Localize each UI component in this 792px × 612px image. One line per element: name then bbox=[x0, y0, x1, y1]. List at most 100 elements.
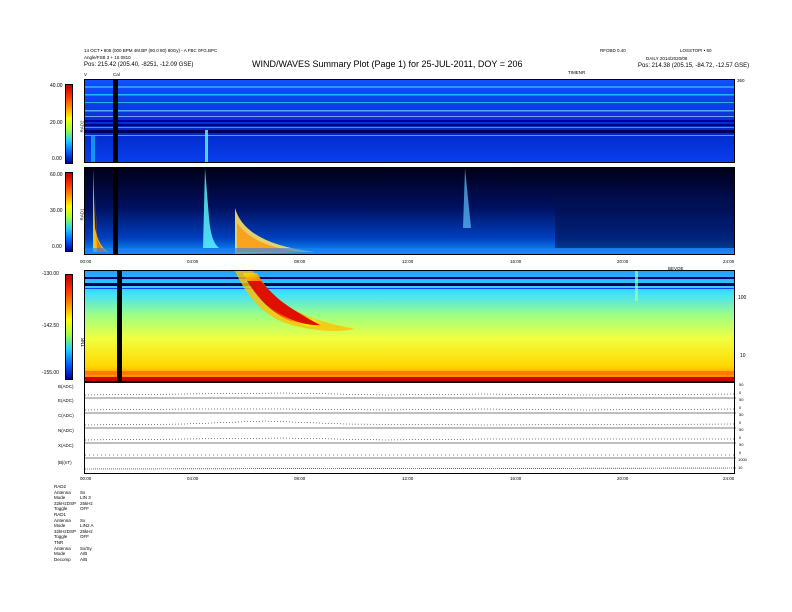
time-label: TIMENR bbox=[568, 70, 586, 75]
time-tick-top-0: 00:00 bbox=[80, 259, 92, 264]
footer-row-key: Toggle bbox=[54, 534, 68, 540]
footer-row-key: RAD1 bbox=[54, 512, 67, 517]
line-panel-label-0: B(ADC) bbox=[58, 384, 74, 389]
rad1-tick-top: 60.00 bbox=[50, 172, 63, 178]
tnr-colorbar bbox=[65, 274, 73, 380]
line-panel-right-4b: 0 bbox=[739, 450, 742, 455]
time-tick-top-4: 16:00 bbox=[510, 259, 522, 264]
footer-row-key: TNR bbox=[54, 540, 64, 545]
footer-row-dots bbox=[102, 525, 738, 527]
footer-row-value: 25kHz bbox=[80, 528, 93, 534]
line-panel-right-4a: 50 bbox=[739, 442, 744, 447]
time-tick-top-6: 24:00 bbox=[723, 259, 735, 264]
tnr-tick-bottom: -155.00 bbox=[42, 370, 59, 376]
footer-row-dots bbox=[102, 486, 738, 487]
footer-row-value: Sx bbox=[80, 517, 86, 523]
footer-row-dots bbox=[102, 508, 738, 510]
line-panel-right-1a: 50 bbox=[739, 397, 744, 402]
footer-row-value: A/B bbox=[80, 551, 88, 557]
rad1-tick-mid: 30.00 bbox=[50, 208, 63, 214]
line-panel-right-2b: 0 bbox=[739, 420, 742, 425]
line-panel-label-3: N(ADC) bbox=[58, 428, 74, 433]
footer-row-key: Mode bbox=[54, 495, 66, 501]
time-tick-bottom-0: 00:00 bbox=[80, 476, 92, 481]
line-panel-label-4: X(ADC) bbox=[58, 443, 74, 448]
header-position-right: Pos: 214.38 (205.15, -84.72, -12.57 GSE) bbox=[638, 63, 750, 69]
header-right-line-1: RFOBD 0.40 bbox=[600, 48, 626, 53]
tnr-tick-top: -130.00 bbox=[42, 271, 59, 277]
rad1-spectrogram bbox=[84, 167, 735, 255]
line-panel-right-3b: 0 bbox=[739, 435, 742, 440]
rad2-tick-mid: 20.00 bbox=[50, 120, 63, 126]
footer-row-dots bbox=[102, 491, 738, 493]
time-tick-bottom-3: 12:00 bbox=[402, 476, 414, 481]
tnr-right-tick-100: 100 bbox=[738, 295, 747, 301]
footer-row-dots bbox=[102, 542, 738, 543]
footer-row-dots bbox=[102, 514, 738, 515]
line-panel-right-1b: 0 bbox=[739, 405, 742, 410]
footer-row-value: LIN 3 bbox=[80, 495, 91, 501]
time-tick-bottom-4: 16:00 bbox=[510, 476, 522, 481]
line-panel-right-5b: 10 bbox=[738, 465, 743, 470]
footer-row-dots bbox=[102, 497, 738, 499]
footer-row-dots bbox=[102, 536, 738, 538]
footer-row-key: RAD2 bbox=[54, 484, 67, 489]
page-title: WIND/WAVES Summary Plot (Page 1) for 25-… bbox=[252, 59, 523, 69]
footer-row-key: Antenna bbox=[54, 545, 71, 551]
tnr-right-tick-10: 10 bbox=[740, 353, 746, 359]
corner-left-label: V bbox=[84, 72, 88, 77]
header-info-line-2: Angle/FSB 3 + 15 0810 bbox=[84, 55, 131, 60]
footer-row-dots bbox=[102, 558, 738, 560]
rad2-tick-top: 40.00 bbox=[50, 83, 63, 89]
footer-row-key: Mode bbox=[54, 551, 66, 557]
footer-row-key: 32kHzDSP bbox=[54, 500, 77, 506]
line-panels-container bbox=[84, 382, 736, 474]
line-panel-right-0b: 0 bbox=[739, 390, 742, 395]
header-right-line-2: DAILY 2014/2020/08 bbox=[646, 56, 688, 61]
rad1-tick-bottom: 0.00 bbox=[52, 244, 62, 250]
footer-row-key: Antenna bbox=[54, 517, 71, 523]
footer-row-value: Sx bbox=[80, 489, 86, 495]
footer-row-value: OFF bbox=[80, 534, 89, 540]
footer-row-value: OFF bbox=[80, 506, 89, 512]
header-info-line-1: 14 OCT • 805 (000 BPM 4M.BP (80.0 80) 80… bbox=[84, 48, 218, 53]
footer-row: Decomp A/B bbox=[54, 557, 744, 563]
time-tick-bottom-6: 24:00 bbox=[723, 476, 735, 481]
rad1-colorbar bbox=[65, 172, 73, 252]
footer-row-dots bbox=[102, 553, 738, 555]
header-position-left: Pos: 215.42 (205.40, -8251, -12.09 GSE) bbox=[84, 62, 194, 68]
time-tick-top-3: 12:00 bbox=[402, 259, 414, 264]
time-tick-bottom-5: 20:00 bbox=[617, 476, 629, 481]
line-panel-right-2a: 50 bbox=[739, 412, 744, 417]
footer-row-dots bbox=[102, 519, 738, 521]
footer-row-key: Toggle bbox=[54, 506, 68, 512]
line-panel-right-0a: 50 bbox=[739, 382, 744, 387]
footer-settings-table: RAD2 Antenna Sx Mode LIN 3 32kHzDSP 25kHz Toggl… bbox=[54, 484, 744, 564]
cal-label: Cal bbox=[113, 72, 120, 77]
time-tick-top-2: 08:00 bbox=[294, 259, 306, 264]
footer-row-key: Mode bbox=[54, 523, 66, 529]
time-tick-top-1: 04:00 bbox=[187, 259, 199, 264]
footer-row-key: 32kHzDSP bbox=[54, 528, 77, 534]
tnr-tick-mid: -142.50 bbox=[42, 323, 59, 329]
header-right-line-1b: LOSSTOPI • 50 bbox=[680, 48, 712, 53]
footer-row-dots bbox=[102, 530, 738, 532]
footer-row-dots bbox=[102, 547, 738, 549]
line-panel-label-1: E(ADC) bbox=[58, 398, 74, 403]
rad2-colorbar bbox=[65, 84, 73, 164]
tnr-spectrogram bbox=[84, 270, 735, 382]
time-tick-bottom-1: 04:00 bbox=[187, 476, 199, 481]
footer-row-key: Antenna bbox=[54, 489, 71, 495]
footer-row-value: Sx/Sy bbox=[80, 545, 92, 551]
line-panel-label-5: |B|(nT) bbox=[58, 460, 72, 465]
line-panel-label-2: C(ADC) bbox=[58, 413, 74, 418]
footer-row-value: A/B bbox=[80, 556, 88, 562]
footer-row-value: LIN2 A bbox=[80, 523, 94, 529]
time-tick-top-5: 20:00 bbox=[617, 259, 629, 264]
footer-row-value: 25kHz bbox=[80, 500, 93, 506]
footer-row-key: Decomp bbox=[54, 556, 71, 562]
time-tick-bottom-2: 08:00 bbox=[294, 476, 306, 481]
line-panel-right-3a: 50 bbox=[739, 427, 744, 432]
footer-row-dots bbox=[102, 502, 738, 504]
line-panel-right-5a: 1000 bbox=[738, 457, 747, 462]
